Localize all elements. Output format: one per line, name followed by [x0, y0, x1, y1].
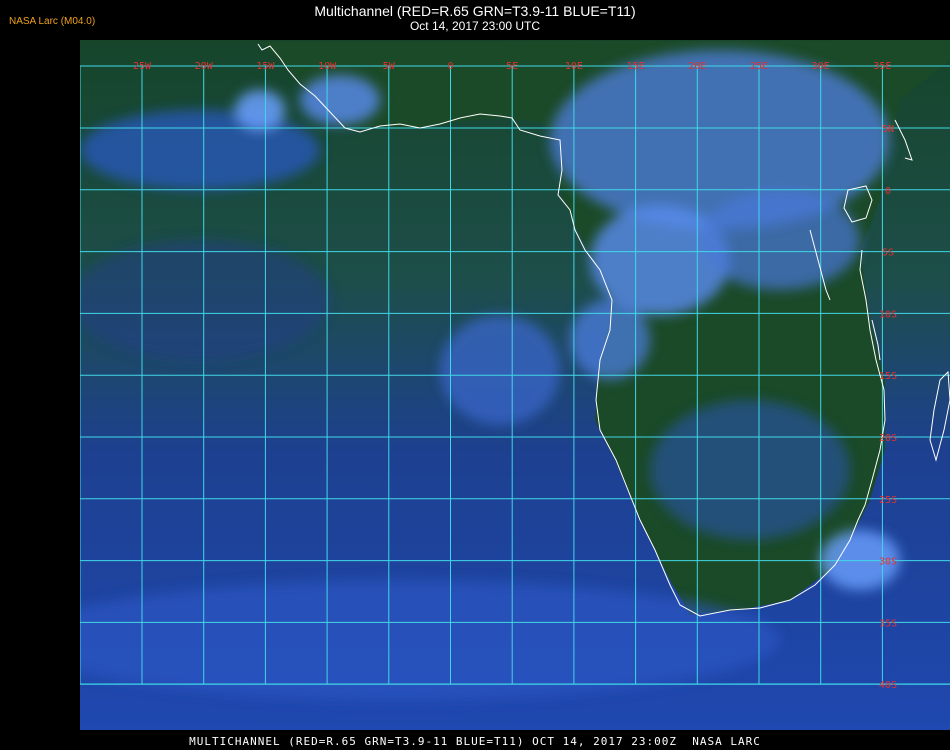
title-line-2: Oct 14, 2017 23:00 UTC — [409, 19, 541, 33]
latitude-label: 35S — [879, 618, 897, 629]
footer-caption: MULTICHANNEL (RED=R.65 GRN=T3.9-11 BLUE=… — [189, 735, 761, 748]
latitude-label: 30S — [879, 557, 897, 568]
longitude-label: 10W — [318, 61, 337, 72]
longitude-label: 20E — [688, 61, 706, 72]
latitude-label: 5N — [882, 124, 894, 135]
latitude-label: 15S — [879, 371, 897, 382]
longitude-label: 35E — [873, 61, 891, 72]
latitude-label: 0 — [885, 186, 891, 197]
latitude-label: 10S — [879, 309, 897, 320]
longitude-label: 25W — [133, 61, 152, 72]
title-line-1: Multichannel (RED=R.65 GRN=T3.9-11 BLUE=… — [314, 3, 636, 19]
latitude-label: 40S — [879, 680, 897, 691]
longitude-label: 10E — [565, 61, 583, 72]
longitude-label: 30E — [812, 61, 830, 72]
longitude-label: 5W — [383, 61, 396, 72]
latitude-label: 25S — [879, 495, 897, 506]
longitude-label: 25E — [750, 61, 768, 72]
latitude-label: 20S — [879, 433, 897, 444]
longitude-label: 5E — [506, 61, 518, 72]
longitude-label: 15E — [627, 61, 645, 72]
satellite-map: 25W 20W 15W 10W 5W 0 5E 10E 15E 20E 25E 30E 35E 5N 0 5S… — [80, 40, 950, 730]
longitude-label: 15W — [256, 61, 275, 72]
longitude-label: 20W — [195, 61, 214, 72]
latitude-label: 5S — [882, 248, 894, 259]
longitude-label: 0 — [447, 61, 453, 72]
